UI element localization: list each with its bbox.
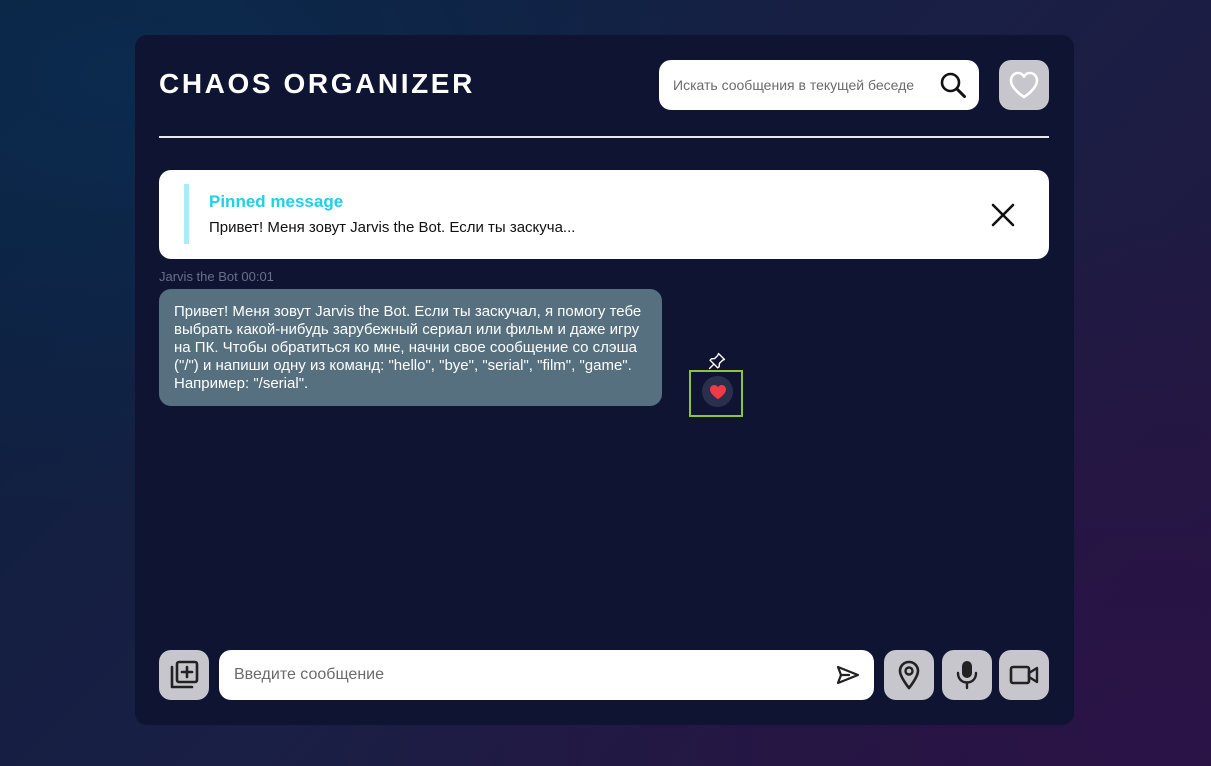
pinned-accent-bar [184, 184, 189, 244]
chat-app: CHAOS ORGANIZER Pinned message Привет! М… [135, 35, 1074, 725]
app-title: CHAOS ORGANIZER [159, 68, 475, 99]
heart-filled-icon [709, 384, 726, 399]
search-button[interactable] [937, 69, 969, 101]
pinned-text: Привет! Меня зовут Jarvis the Bot. Если … [209, 219, 576, 236]
pin-message-button[interactable] [708, 352, 726, 370]
pinned-message[interactable]: Pinned message Привет! Меня зовут Jarvis… [159, 170, 1049, 259]
search-icon [940, 72, 966, 98]
message-bubble: Привет! Меня зовут Jarvis the Bot. Если … [159, 289, 662, 406]
message-meta: Jarvis the Bot 00:01 [159, 269, 274, 284]
search-input[interactable] [673, 60, 931, 110]
location-pin-icon [898, 660, 920, 690]
attach-file-button[interactable] [159, 650, 209, 700]
like-button[interactable] [702, 376, 733, 407]
pin-icon [708, 352, 726, 370]
send-button[interactable] [835, 663, 861, 687]
header-divider [159, 136, 1049, 138]
add-file-icon [170, 660, 199, 689]
unpin-button[interactable] [989, 201, 1017, 229]
close-icon [991, 203, 1015, 227]
video-camera-icon [1009, 665, 1039, 685]
pinned-title: Pinned message [209, 192, 344, 211]
search-box [659, 60, 979, 110]
send-icon [836, 665, 860, 685]
heart-outline-icon [1009, 71, 1039, 99]
microphone-icon [956, 661, 978, 690]
location-button[interactable] [884, 650, 934, 700]
voice-record-button[interactable] [942, 650, 992, 700]
message-input[interactable] [234, 650, 824, 700]
favorites-button[interactable] [999, 60, 1049, 110]
header: CHAOS ORGANIZER [159, 60, 1049, 110]
message-composer [219, 650, 874, 700]
video-record-button[interactable] [999, 650, 1049, 700]
